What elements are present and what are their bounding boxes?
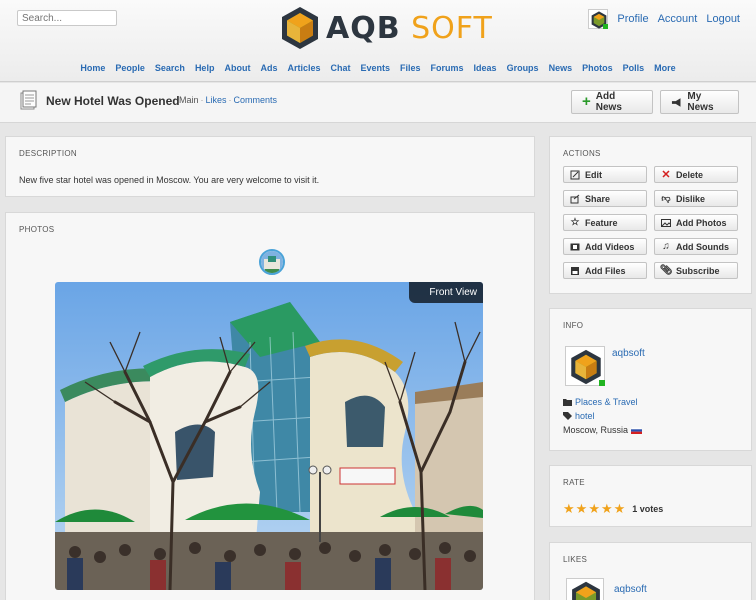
thumbs-down-icon: 👎︎	[661, 193, 671, 203]
description-panel: DESCRIPTION New five star hotel was open…	[5, 136, 535, 197]
like-user-link[interactable]: aqbsoft	[614, 584, 647, 595]
user-nav: Profile Account Logout	[588, 9, 740, 29]
share-button[interactable]: Share	[563, 190, 647, 207]
nav-news[interactable]: News	[549, 63, 573, 73]
category-line: Places & Travel	[563, 397, 638, 407]
add-photos-button[interactable]: Add Photos	[654, 214, 738, 231]
edit-button[interactable]: Edit	[563, 166, 647, 183]
rating-stars[interactable]: ★ ★ ★ ★ ★ 1 votes	[563, 502, 663, 515]
star-icon[interactable]: ★	[588, 502, 600, 515]
main-photo[interactable]: Front View	[55, 282, 483, 590]
logout-link[interactable]: Logout	[706, 13, 740, 25]
nav-about[interactable]: About	[224, 63, 250, 73]
hexagon-logo-icon	[282, 7, 318, 49]
megaphone-icon	[671, 97, 681, 107]
tag-line: hotel	[563, 411, 595, 421]
edit-icon	[570, 170, 580, 179]
hexagon-avatar-icon	[572, 581, 600, 600]
photo-icon	[661, 218, 671, 227]
nav-forums[interactable]: Forums	[431, 63, 464, 73]
star-icon[interactable]: ★	[576, 502, 588, 515]
profile-link[interactable]: Profile	[617, 13, 648, 25]
tag-icon	[563, 412, 572, 420]
nav-files[interactable]: Files	[400, 63, 421, 73]
nav-groups[interactable]: Groups	[507, 63, 539, 73]
author-avatar[interactable]	[565, 346, 605, 386]
music-note-icon: ♫	[662, 241, 670, 252]
photos-heading: PHOTOS	[19, 225, 55, 234]
photo-caption: Front View	[409, 282, 483, 303]
tag-link[interactable]: hotel	[575, 411, 595, 421]
nav-articles[interactable]: Articles	[287, 63, 320, 73]
nav-ideas[interactable]: Ideas	[474, 63, 497, 73]
folder-icon	[563, 399, 572, 406]
photo-thumbnail[interactable]	[259, 249, 285, 275]
breadcrumb-likes[interactable]: Likes	[206, 95, 227, 105]
page-title: New Hotel Was Opened	[46, 94, 180, 108]
info-heading: INFO	[563, 321, 584, 330]
star-outline-icon: ☆	[570, 217, 580, 228]
nav-chat[interactable]: Chat	[331, 63, 351, 73]
actions-heading: ACTIONS	[563, 149, 601, 158]
nav-photos[interactable]: Photos	[582, 63, 613, 73]
thumbnail-image	[261, 251, 283, 273]
breadcrumb-comments[interactable]: Comments	[234, 95, 278, 105]
online-indicator	[599, 380, 605, 386]
nav-more[interactable]: More	[654, 63, 676, 73]
nav-events[interactable]: Events	[361, 63, 391, 73]
close-icon: ✕	[661, 169, 671, 181]
site-header: AQB SOFT Profile Account Logout Home Peop…	[0, 0, 756, 82]
plus-icon: +	[582, 93, 591, 110]
subscribe-button[interactable]: 📎︎ Subscribe	[654, 262, 738, 279]
add-sounds-button[interactable]: ♫ Add Sounds	[654, 238, 738, 255]
nav-home[interactable]: Home	[80, 63, 105, 73]
hotel-photo-image	[55, 282, 483, 590]
nav-polls[interactable]: Polls	[623, 63, 645, 73]
star-icon[interactable]: ★	[601, 502, 613, 515]
nav-help[interactable]: Help	[195, 63, 215, 73]
page-title-bar: New Hotel Was Opened Main · Likes · Comments…	[0, 83, 756, 123]
breadcrumb-main: Main	[179, 95, 199, 105]
my-news-button[interactable]: My News	[660, 90, 739, 114]
add-news-button[interactable]: + Add News	[571, 90, 653, 114]
site-logo[interactable]: AQB SOFT	[280, 5, 493, 51]
russia-flag-icon	[631, 426, 643, 434]
hexagon-avatar-icon	[592, 11, 607, 29]
news-paper-icon	[20, 90, 37, 110]
description-heading: DESCRIPTION	[19, 149, 77, 158]
author-link[interactable]: aqbsoft	[612, 348, 645, 359]
location-line: Moscow, Russia	[563, 425, 643, 435]
main-nav: Home People Search Help About Ads Articles Chat…	[0, 63, 756, 73]
share-icon	[570, 194, 580, 203]
feature-button[interactable]: ☆ Feature	[563, 214, 647, 231]
nav-ads[interactable]: Ads	[260, 63, 277, 73]
user-avatar[interactable]	[588, 9, 609, 29]
logo-text: AQB SOFT	[326, 10, 493, 46]
search-input[interactable]	[17, 10, 117, 26]
hexagon-avatar-icon	[571, 349, 601, 385]
like-user-avatar[interactable]	[566, 578, 604, 600]
star-icon[interactable]: ★	[614, 502, 626, 515]
file-icon	[571, 266, 579, 275]
category-link[interactable]: Places & Travel	[575, 397, 638, 407]
description-text: New five star hotel was opened in Moscow…	[19, 175, 320, 185]
add-files-button[interactable]: Add Files	[563, 262, 647, 279]
dislike-button[interactable]: 👎︎ Dislike	[654, 190, 738, 207]
paperclip-icon: 📎︎	[659, 265, 673, 276]
film-icon	[570, 243, 580, 250]
likes-heading: LIKES	[563, 555, 588, 564]
votes-count: 1 votes	[632, 503, 664, 514]
delete-button[interactable]: ✕ Delete	[654, 166, 738, 183]
star-icon[interactable]: ★	[563, 502, 575, 515]
rate-panel: RATE	[549, 465, 752, 527]
location-text: Moscow, Russia	[563, 425, 629, 435]
nav-people[interactable]: People	[115, 63, 145, 73]
nav-search[interactable]: Search	[155, 63, 185, 73]
breadcrumb: Main · Likes · Comments	[179, 95, 278, 105]
add-videos-button[interactable]: Add Videos	[563, 238, 647, 255]
account-link[interactable]: Account	[658, 13, 698, 25]
rate-heading: RATE	[563, 478, 585, 487]
